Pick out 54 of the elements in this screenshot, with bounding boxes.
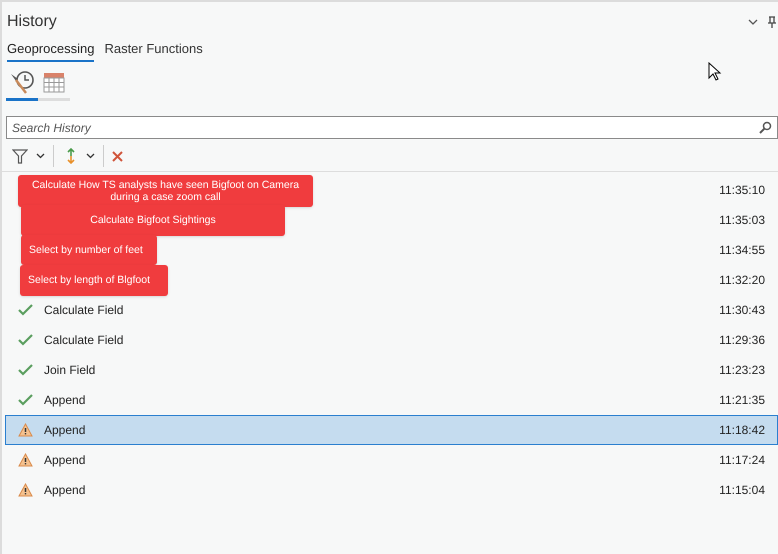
panel-title: History <box>7 12 57 32</box>
timestamp: 11:35:03 <box>719 212 765 228</box>
tab[interactable]: Raster Functions <box>104 39 203 62</box>
search-icon <box>759 120 772 134</box>
hammer-clock-icon <box>8 70 36 96</box>
warning-icon <box>18 422 33 436</box>
annotation-label: Calculate How TS analysts have seen Bigfoot on Camera during a case zoom call <box>18 174 313 206</box>
chevron-down-icon[interactable] <box>36 153 45 159</box>
history-row[interactable]: Calculate Bigfoot Sightings 11:35:03 <box>5 204 778 234</box>
history-row[interactable]: Append 11:18:42 <box>5 414 778 444</box>
timestamp: 11:35:10 <box>719 182 765 198</box>
timestamp: 11:21:35 <box>719 392 765 408</box>
timestamp: 11:32:20 <box>719 272 765 288</box>
mouse-cursor-icon <box>708 62 722 82</box>
history-row[interactable]: Calculate Field 11:30:43 <box>5 294 778 324</box>
timestamp: 11:18:42 <box>719 422 765 438</box>
tool-name: Join Field <box>44 362 96 378</box>
tool-name: Calculate Field <box>44 302 124 318</box>
tool-name: Append <box>44 482 86 498</box>
chevron-down-icon[interactable] <box>86 153 95 159</box>
timestamp: 11:15:04 <box>719 482 765 498</box>
timestamp: 11:30:43 <box>719 302 765 318</box>
annotation-label: Select by length of Blgfoot <box>20 264 168 296</box>
tab[interactable]: Geoprocessing <box>7 39 94 62</box>
tool-name: Append <box>44 452 86 468</box>
tool-name: Append <box>44 422 86 438</box>
tool-name: Append <box>44 392 86 408</box>
timestamp: 11:17:24 <box>719 452 765 468</box>
history-row[interactable]: Calculate Field 11:29:36 <box>5 324 778 354</box>
search-field[interactable]: Search History <box>6 116 778 139</box>
history-row[interactable]: Append 11:15:04 <box>5 474 778 504</box>
checkmark-icon <box>18 334 33 346</box>
sort-arrows-icon[interactable] <box>66 148 76 164</box>
checkmark-icon <box>18 304 33 316</box>
checkmark-icon <box>18 394 33 406</box>
tool-name: Calculate Field <box>44 332 124 348</box>
warning-icon <box>18 482 33 496</box>
history-row[interactable]: Append 11:17:24 <box>5 444 778 474</box>
timestamp: 11:23:23 <box>719 362 765 378</box>
pin-icon[interactable] <box>768 16 776 28</box>
timestamp: 11:34:55 <box>719 242 765 258</box>
filter-icon[interactable] <box>12 148 28 164</box>
history-row[interactable]: Select by length of Blgfoot 11:32:20 <box>5 264 778 294</box>
history-row[interactable]: Calculate How TS analysts have seen Bigfoot on Camera during a case zoom call 11:35:10 <box>5 174 778 204</box>
timestamp: 11:29:36 <box>719 332 765 348</box>
history-row[interactable]: Join Field 11:23:23 <box>5 354 778 384</box>
history-row[interactable]: Select by number of feet 11:34:55 <box>5 234 778 264</box>
checkmark-icon <box>18 364 33 376</box>
annotation-label: Select by number of feet <box>21 234 157 264</box>
history-row[interactable]: Append 11:21:35 <box>5 384 778 414</box>
warning-icon <box>18 452 33 466</box>
annotation-label: Calculate Bigfoot Sightings <box>21 204 285 236</box>
close-icon[interactable] <box>112 150 123 162</box>
chevron-down-icon[interactable] <box>748 18 758 26</box>
